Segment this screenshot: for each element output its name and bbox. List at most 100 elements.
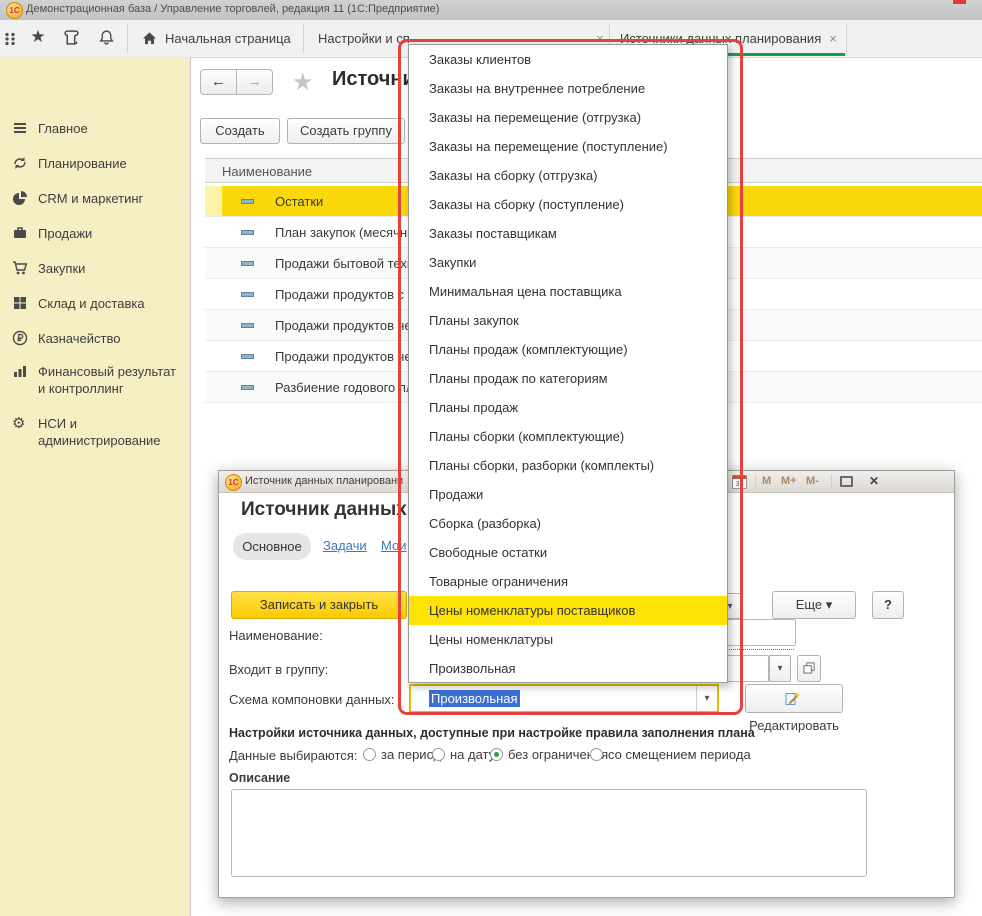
dropdown-item[interactable]: Заказы на сборку (поступление) (409, 190, 727, 219)
dropdown-item[interactable]: Продажи (409, 480, 727, 509)
dropdown-item[interactable]: Планы продаж (409, 393, 727, 422)
sidebar-item-treasury[interactable]: Казначейство (12, 330, 180, 347)
tab-separator (303, 24, 304, 53)
dropdown-item[interactable]: Цены номенклатуры (409, 625, 727, 654)
dialog-title: Источник данных планировани (245, 475, 403, 487)
item-dash-icon (241, 323, 254, 328)
ruble-circle-icon (12, 330, 28, 346)
maximize-icon[interactable] (840, 476, 853, 487)
dropdown-item[interactable]: Сборка (разборка) (409, 509, 727, 538)
help-button[interactable]: ? (872, 591, 904, 619)
dropdown-item[interactable]: Свободные остатки (409, 538, 727, 567)
radio-so-smeshcheniem[interactable] (590, 748, 603, 761)
window-titlebar: 1С Демонстрационная база / Управление то… (0, 0, 982, 21)
group-dropdown-arrow[interactable]: ▾ (769, 655, 791, 682)
dialog-tab-tasks[interactable]: Задачи (323, 538, 367, 553)
sidebar-item-planning[interactable]: Планирование (12, 155, 180, 172)
dropdown-item[interactable]: Заказы на перемещение (отгрузка) (409, 103, 727, 132)
tab-separator (846, 24, 847, 53)
data-select-label: Данные выбираются: (229, 748, 357, 763)
item-dash-icon (241, 292, 254, 297)
favorite-star-icon[interactable]: ★ (292, 68, 314, 97)
item-dash-icon (241, 385, 254, 390)
chevron-down-icon[interactable]: ▾ (696, 686, 717, 711)
home-icon (142, 31, 157, 45)
group-open-button[interactable] (797, 655, 821, 682)
magic-wand-icon (785, 691, 800, 706)
dialog-tab-main[interactable]: Основное (233, 533, 311, 560)
save-and-close-button[interactable]: Записать и закрыть (231, 591, 407, 619)
window-title: Демонстрационная база / Управление торго… (26, 3, 439, 15)
group-field-label: Входит в группу: (229, 662, 328, 677)
sidebar-item-sales[interactable]: Продажи (12, 225, 180, 242)
dropdown-item[interactable]: Заказы клиентов (409, 45, 727, 74)
dropdown-item[interactable]: Закупки (409, 248, 727, 277)
history-icon[interactable] (63, 29, 81, 47)
sidebar-item-purchases[interactable]: Закупки (12, 260, 180, 277)
dropdown-item[interactable]: Планы сборки, разборки (комплекты) (409, 451, 727, 480)
gear-icon: ⚙ (12, 415, 28, 431)
dropdown-item[interactable]: Произвольная (409, 654, 727, 683)
edit-schema-button[interactable]: Редактировать (745, 684, 843, 713)
dropdown-item-highlighted[interactable]: Цены номенклатуры поставщиков (409, 596, 727, 625)
item-dash-icon (241, 199, 254, 204)
menu-icon (12, 120, 28, 136)
dropdown-item[interactable]: Планы закупок (409, 306, 727, 335)
more-button[interactable]: Еще ▾ (772, 591, 856, 619)
dialog-tab-notes[interactable]: Мои (381, 538, 406, 553)
name-field-label: Наименование: (229, 628, 323, 643)
window-close-button[interactable] (953, 0, 966, 4)
dropdown-item[interactable]: Планы сборки (комплектующие) (409, 422, 727, 451)
schema-field-label: Схема компоновки данных: (229, 692, 395, 707)
bar-chart-icon (12, 363, 28, 379)
dropdown-item[interactable]: Заказы поставщикам (409, 219, 727, 248)
item-dash-icon (241, 354, 254, 359)
toolbar-separator (127, 24, 128, 53)
tab-home[interactable]: Начальная страница (132, 20, 291, 57)
tab-settings-directories[interactable]: Настройки и сп× (318, 20, 410, 57)
dialog-1c-icon: 1С (225, 474, 242, 491)
favorites-star-icon[interactable]: ★ (29, 27, 47, 45)
create-button[interactable]: Создать (200, 118, 280, 144)
calendar-icon[interactable]: 31 (732, 475, 747, 489)
schema-combobox[interactable]: Произвольная ▾ (409, 684, 719, 713)
apps-menu-icon[interactable] (4, 32, 22, 50)
description-textarea[interactable] (231, 789, 867, 877)
dropdown-item[interactable]: Заказы на сборку (отгрузка) (409, 161, 727, 190)
create-group-button[interactable]: Создать группу (287, 118, 405, 144)
sidebar: Главное Планирование CRM и маркетинг Про… (0, 57, 191, 916)
settings-section-header: Настройки источника данных, доступные пр… (229, 726, 755, 740)
schema-value: Произвольная (429, 690, 520, 707)
open-form-icon (803, 662, 815, 674)
sidebar-item-warehouse[interactable]: Склад и доставка (12, 295, 180, 312)
planning-icon (12, 155, 28, 171)
description-label: Описание (229, 771, 290, 785)
sidebar-item-admin[interactable]: ⚙ НСИ и администрирование (12, 415, 180, 449)
scale-m-plus-button[interactable]: M+ (781, 475, 797, 487)
sidebar-item-finance[interactable]: Финансовый результат и контроллинг (12, 363, 180, 397)
radio-za-period[interactable] (363, 748, 376, 761)
svg-text:31: 31 (736, 481, 744, 488)
dropdown-item[interactable]: Планы продаж по категориям (409, 364, 727, 393)
tab-close-icon[interactable]: × (829, 31, 837, 46)
notifications-bell-icon[interactable] (98, 29, 116, 47)
dropdown-item[interactable]: Планы продаж (комплектующие) (409, 335, 727, 364)
grid-icon (12, 295, 28, 311)
sidebar-item-main[interactable]: Главное (12, 120, 180, 137)
item-dash-icon (241, 230, 254, 235)
dropdown-item[interactable]: Заказы на перемещение (поступление) (409, 132, 727, 161)
dropdown-item[interactable]: Минимальная цена поставщика (409, 277, 727, 306)
dropdown-item[interactable]: Заказы на внутреннее потребление (409, 74, 727, 103)
pie-chart-icon (12, 190, 28, 206)
item-dash-icon (241, 261, 254, 266)
dropdown-item[interactable]: Товарные ограничения (409, 567, 727, 596)
radio-na-datu[interactable] (432, 748, 445, 761)
forward-button[interactable]: → (236, 69, 273, 95)
scale-m-minus-button[interactable]: M- (806, 475, 819, 487)
radio-bez-ogranicheniya[interactable] (490, 748, 503, 761)
sidebar-item-crm[interactable]: CRM и маркетинг (12, 190, 180, 207)
briefcase-icon (12, 225, 28, 241)
dialog-close-icon[interactable]: ✕ (869, 474, 879, 488)
scale-m-button[interactable]: M (762, 475, 771, 487)
back-button[interactable]: ← (200, 69, 237, 95)
